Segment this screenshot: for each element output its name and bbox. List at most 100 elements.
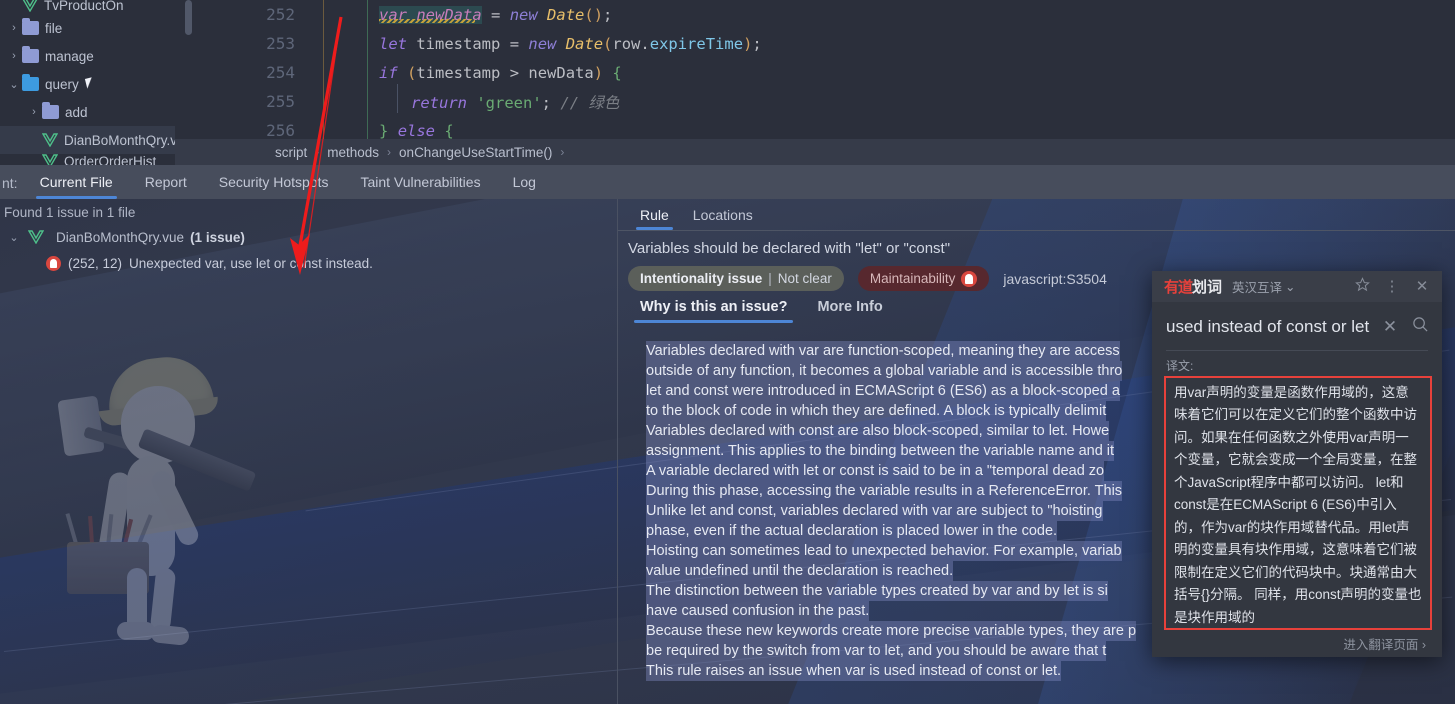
rule-paragraph: A variable declared with let or const is… (646, 461, 1105, 481)
clear-icon[interactable]: ✕ (1380, 317, 1400, 337)
code-line[interactable]: 252 var newData = new Date(); (175, 0, 1455, 29)
rule-paragraph: The distinction between the variable typ… (646, 581, 1108, 601)
breadcrumb-item-methods[interactable]: methods (327, 145, 379, 160)
rule-paragraph: Variables declared with const are also b… (646, 421, 1110, 441)
chevron-right-icon[interactable]: › (26, 106, 42, 118)
folder-icon (42, 102, 59, 119)
ide-screen: › TvProductOn › file › manage ⌄ query › … (0, 0, 1455, 704)
vue-file-icon (22, 0, 38, 13)
code-text: let timestamp = new Date(row.expireTime)… (379, 34, 762, 53)
youdao-titlebar: 有道 划词 英汉互译 ⌄ ⋮ ✕ (1152, 271, 1442, 302)
folder-icon (22, 46, 39, 63)
chevron-right-icon: › (315, 145, 320, 159)
rule-paragraph: assignment. This applies to the binding … (646, 441, 1115, 461)
translate-mode-label: 英汉互译 (1232, 280, 1283, 295)
tool-window-label: nt: (2, 175, 18, 191)
bug-icon (961, 270, 978, 287)
tree-item-add[interactable]: › add (0, 98, 175, 126)
code-text: } else { (379, 121, 454, 140)
tab-report[interactable]: Report (129, 174, 203, 199)
chevron-down-icon[interactable]: ⌄ (6, 78, 22, 91)
intentionality-chip[interactable]: Intentionality issue | Not clear (628, 266, 844, 291)
rule-paragraph: Unlike let and const, variables declared… (646, 501, 1103, 521)
chevron-right-icon[interactable]: › (6, 22, 22, 34)
code-editor[interactable]: 252 var newData = new Date(); 253 let ti… (175, 0, 1455, 139)
chevron-right-icon: › (560, 145, 565, 159)
issue-list-panel[interactable]: Found 1 issue in 1 file ⌄ DianBoMonthQry… (0, 199, 617, 704)
chevron-right-icon: › (387, 145, 392, 159)
rule-key: javascript:S3504 (1003, 270, 1107, 287)
tree-item-manage[interactable]: › manage (0, 42, 175, 70)
chevron-down-icon: ⌄ (1285, 279, 1296, 294)
tree-item-tvproducton[interactable]: › TvProductOn (0, 0, 175, 14)
youdao-body: used instead of const or let. ✕ 译文: 用var… (1152, 302, 1442, 630)
breadcrumb-item-script[interactable]: script (275, 145, 307, 160)
youdao-translate-popup[interactable]: 有道 划词 英汉互译 ⌄ ⋮ ✕ used instead of const o… (1152, 271, 1442, 657)
code-line[interactable]: 255 return 'green'; // 绿色 (175, 87, 1455, 116)
chip-separator: | (768, 271, 772, 286)
tab-current-file[interactable]: Current File (24, 174, 129, 199)
intentionality-value: Not clear (777, 271, 832, 286)
tree-item-label: query (45, 76, 79, 92)
issue-file-node[interactable]: ⌄ DianBoMonthQry.vue (1 issue) (0, 224, 617, 250)
maintainability-label: Maintainability (869, 271, 956, 286)
line-number: 252 (266, 5, 295, 24)
intentionality-label: Intentionality issue (640, 271, 763, 286)
breadcrumb-item-method[interactable]: onChangeUseStartTime() (399, 145, 552, 160)
close-icon[interactable]: ✕ (1412, 277, 1432, 295)
maintainability-chip[interactable]: Maintainability (857, 266, 990, 291)
tree-item-file[interactable]: › file (0, 14, 175, 42)
youdao-brand-white: 划词 (1192, 278, 1223, 296)
issue-row[interactable]: (252, 12) Unexpected var, use let or con… (0, 250, 617, 276)
issue-message: Unexpected var, use let or const instead… (129, 255, 373, 271)
rule-paragraph: value undefined until the declaration is… (646, 561, 954, 581)
youdao-brand-red: 有道 (1164, 278, 1193, 296)
youdao-footer[interactable]: 进入翻译页面 › (1152, 630, 1442, 657)
line-number: 253 (266, 34, 295, 53)
code-line[interactable]: 254 if (timestamp > newData) { (175, 58, 1455, 87)
chevron-down-icon[interactable]: ⌄ (6, 231, 22, 244)
code-line[interactable]: 256 } else { (175, 116, 1455, 139)
rule-title: Variables should be declared with "let" … (628, 240, 951, 257)
tree-item-label: add (65, 104, 88, 120)
rule-paragraph: let and const were introduced in ECMAScr… (646, 381, 1120, 401)
tree-item-label: manage (45, 48, 94, 64)
sonarlint-tab-bar[interactable]: nt: Current File Report Security Hotspot… (0, 165, 1455, 199)
translate-mode-selector[interactable]: 英汉互译 ⌄ (1232, 277, 1296, 296)
chevron-right-icon[interactable]: › (6, 50, 22, 62)
rule-paragraph: Variables declared with var are function… (646, 341, 1120, 361)
issue-file-name: DianBoMonthQry.vue (56, 229, 185, 245)
vue-file-icon (27, 230, 45, 245)
search-icon[interactable] (1410, 316, 1430, 338)
rule-paragraph: This rule raises an issue when var is us… (646, 661, 1062, 681)
code-text: if (timestamp > newData) { (379, 63, 622, 82)
tab-taint-vulnerabilities[interactable]: Taint Vulnerabilities (344, 174, 496, 199)
subtab-why-is-this-an-issue[interactable]: Why is this an issue? (628, 299, 799, 323)
rule-paragraph: outside of any function, it becomes a gl… (646, 361, 1123, 381)
tree-item-label: DianBoMonthQry.vue (64, 132, 175, 148)
folder-open-icon (22, 74, 39, 91)
translation-text: 用var声明的变量是函数作用域的，这意味着它们可以在定义它们的整个函数中访问。如… (1164, 375, 1432, 630)
more-options-icon[interactable]: ⋮ (1382, 277, 1402, 295)
youdao-query-text: used instead of const or let. (1166, 316, 1370, 336)
issue-file-count: (1 issue) (190, 229, 245, 245)
subtab-more-info[interactable]: More Info (805, 299, 894, 323)
tab-locations[interactable]: Locations (681, 207, 765, 230)
issue-summary: Found 1 issue in 1 file (4, 205, 136, 220)
youdao-query-row[interactable]: used instead of const or let. ✕ (1152, 302, 1442, 338)
breadcrumb[interactable]: script › methods › onChangeUseStartTime(… (175, 139, 1455, 165)
line-number: 256 (266, 121, 295, 139)
rule-tab-bar[interactable]: Rule Locations (618, 199, 1455, 230)
rule-paragraph: Hoisting can sometimes lead to unexpecte… (646, 541, 1122, 561)
pin-icon[interactable] (1352, 276, 1372, 296)
project-tree-panel[interactable]: › TvProductOn › file › manage ⌄ query › … (0, 0, 175, 166)
tab-rule[interactable]: Rule (628, 207, 681, 230)
rule-paragraph: have caused confusion in the past. (646, 601, 870, 621)
folder-icon (22, 18, 39, 35)
tab-log[interactable]: Log (497, 174, 552, 199)
tab-security-hotspots[interactable]: Security Hotspots (203, 174, 345, 199)
tree-item-dianbomonthqry[interactable]: DianBoMonthQry.vue (0, 126, 175, 154)
open-translate-page-link[interactable]: 进入翻译页面 › (1343, 634, 1426, 653)
line-number: 255 (266, 92, 295, 111)
code-line[interactable]: 253 let timestamp = new Date(row.expireT… (175, 29, 1455, 58)
